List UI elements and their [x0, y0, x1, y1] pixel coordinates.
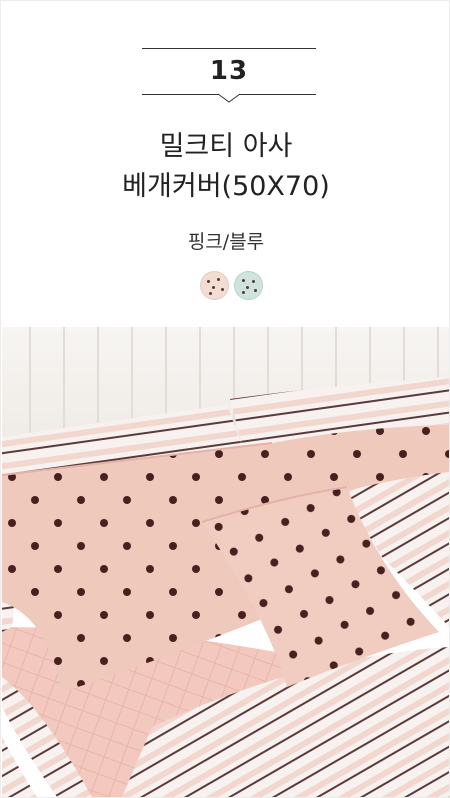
divider-top	[142, 48, 316, 49]
color-options-label: 핑크/블루	[187, 231, 265, 253]
product-card: 13 밀크티 아사 베개커버(50X70) 핑크/블루	[0, 0, 450, 798]
product-title-line1: 밀크티 아사	[159, 131, 293, 162]
product-title-line2: 베개커버(50X70)	[122, 171, 330, 202]
item-number-block: 13	[142, 48, 316, 106]
notch-chevron-icon	[217, 93, 241, 103]
item-number: 13	[209, 56, 249, 86]
color-swatch-blue[interactable]	[234, 271, 263, 300]
product-photo	[2, 327, 449, 797]
color-swatch-pink[interactable]	[200, 271, 229, 300]
